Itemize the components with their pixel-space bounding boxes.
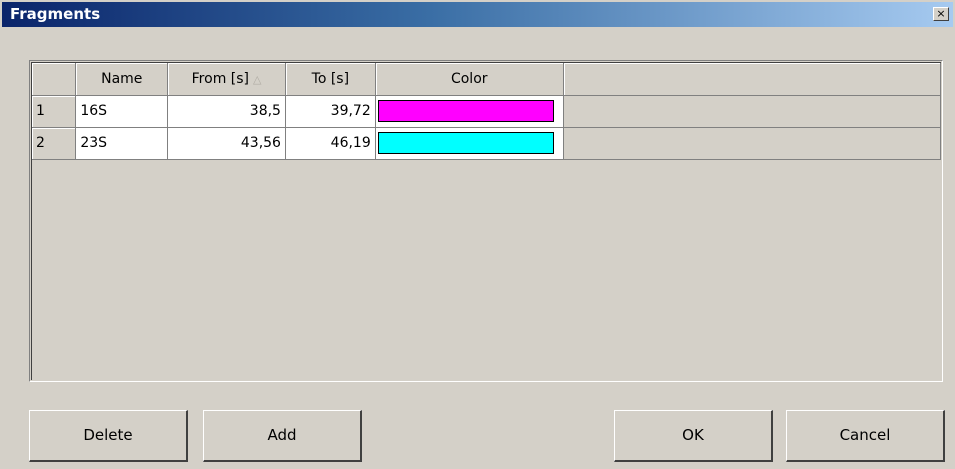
row-filler [563, 127, 942, 160]
header-filler [563, 63, 942, 96]
cell-name[interactable]: 16S [75, 95, 169, 128]
color-swatch[interactable] [377, 100, 554, 122]
ok-button[interactable]: OK [614, 410, 773, 462]
add-button[interactable]: Add [203, 410, 362, 462]
fragments-grid: Name From [s] △ To [s] Color 1 16S 38,5 3… [29, 60, 943, 382]
row-index[interactable]: 2 [32, 127, 77, 160]
header-name[interactable]: Name [75, 63, 169, 96]
row-index[interactable]: 1 [32, 95, 77, 128]
fragments-dialog: Fragments × Name From [s] △ To [s] Color… [0, 0, 955, 469]
fragments-table: Name From [s] △ To [s] Color 1 16S 38,5 3… [32, 63, 942, 160]
cell-from[interactable]: 43,56 [167, 127, 286, 160]
delete-button[interactable]: Delete [29, 410, 188, 462]
cell-color[interactable] [375, 127, 564, 160]
color-swatch[interactable] [377, 132, 554, 154]
cell-to[interactable]: 46,19 [285, 127, 376, 160]
header-color[interactable]: Color [375, 63, 564, 96]
row-filler [563, 95, 942, 128]
header-color-label: Color [450, 70, 488, 87]
header-to-label: To [s] [311, 70, 350, 87]
close-button[interactable]: × [933, 7, 949, 21]
header-name-label: Name [101, 70, 143, 87]
sort-ascending-icon: △ [253, 72, 262, 86]
cancel-button[interactable]: Cancel [786, 410, 945, 462]
cell-color[interactable] [375, 95, 564, 128]
table-row[interactable]: 1 16S 38,5 39,72 [32, 95, 942, 128]
cell-from[interactable]: 38,5 [167, 95, 286, 128]
header-from-label: From [s] [191, 70, 249, 87]
dialog-title: Fragments [10, 5, 101, 23]
grid-viewport: Name From [s] △ To [s] Color 1 16S 38,5 3… [31, 62, 942, 380]
close-icon: × [936, 7, 946, 20]
cell-name[interactable]: 23S [75, 127, 169, 160]
header-row: Name From [s] △ To [s] Color [32, 63, 942, 96]
header-to[interactable]: To [s] [285, 63, 376, 96]
title-bar[interactable]: Fragments × [2, 2, 953, 27]
header-from[interactable]: From [s] △ [167, 63, 286, 96]
header-corner [32, 63, 77, 96]
cell-to[interactable]: 39,72 [285, 95, 376, 128]
table-row[interactable]: 2 23S 43,56 46,19 [32, 127, 942, 160]
